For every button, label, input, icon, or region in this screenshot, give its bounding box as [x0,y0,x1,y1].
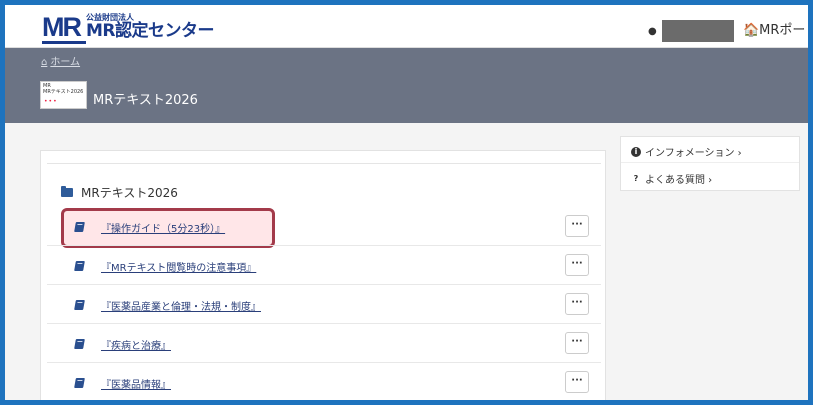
folder-open-icon [61,186,73,197]
item-options-button[interactable]: ··· [565,371,589,393]
course-content-card: MRテキスト2026 『操作ガイド（5分23秒）』 ··· 『MRテキスト閲覧時… [40,150,606,400]
screenshot-frame: MR 公益財団法人 MR認定センター ● 🏠MRポー ⌂ ホーム MR MRテキス… [0,0,813,405]
user-icon: ● [648,25,657,37]
list-item: 『操作ガイド（5分23秒）』 ··· [47,208,601,246]
item-options-button[interactable]: ··· [565,215,589,237]
top-header: MR 公益財団法人 MR認定センター ● 🏠MRポー [5,5,808,48]
information-label: インフォメーション › [645,148,742,159]
divider [621,162,799,163]
faq-label: よくある質問 › [645,175,713,186]
section-header[interactable]: MRテキスト2026 [61,184,178,201]
item-link[interactable]: 『操作ガイド（5分23秒）』 [101,220,225,235]
divider [47,163,601,164]
information-link[interactable]: i インフォメーション › [631,144,742,159]
faq-link[interactable]: ? よくある質問 › [631,171,713,187]
user-menu[interactable]: ● [648,20,734,42]
course-title: MRテキスト2026 [93,93,198,108]
site-logo[interactable]: MR 公益財団法人 MR認定センター [42,11,215,44]
item-options-button[interactable]: ··· [565,332,589,354]
book-icon [74,378,85,388]
book-icon [74,300,85,310]
breadcrumb[interactable]: ⌂ ホーム [41,53,80,68]
book-icon [74,222,85,232]
home-icon: ⌂ [41,57,48,68]
book-icon [74,261,85,271]
breadcrumb-home[interactable]: ホーム [50,57,80,68]
info-icon: i [631,146,641,157]
item-link[interactable]: 『疾病と治療』 [101,337,171,352]
list-item: 『医薬品情報』 ··· [47,364,601,400]
logo-title: MR認定センター [86,21,215,41]
list-item: 『疾病と治療』 ··· [47,325,601,363]
portal-link[interactable]: 🏠MRポー [743,19,805,38]
section-title: MRテキスト2026 [81,186,178,200]
thumbnail-graphic: ••• [44,97,58,105]
list-item: 『MRテキスト閲覧時の注意事項』 ··· [47,247,601,285]
course-thumbnail: MR MRテキスト2026 ••• [40,81,87,109]
course-banner: ⌂ ホーム MR MRテキスト2026 ••• MRテキスト2026 [5,48,808,123]
user-name-redacted [661,20,734,42]
thumbnail-text: MR MRテキスト2026 [43,83,84,95]
item-link[interactable]: 『医薬品産業と倫理・法規・制度』 [101,298,261,313]
item-link[interactable]: 『医薬品情報』 [101,376,171,391]
side-panel: i インフォメーション › ? よくある質問 › [620,136,800,191]
question-icon: ? [633,173,639,183]
item-link[interactable]: 『MRテキスト閲覧時の注意事項』 [101,259,256,274]
item-options-button[interactable]: ··· [565,254,589,276]
book-icon [74,339,85,349]
logo-mark: MR [42,11,86,44]
item-options-button[interactable]: ··· [565,293,589,315]
list-item: 『医薬品産業と倫理・法規・制度』 ··· [47,286,601,324]
